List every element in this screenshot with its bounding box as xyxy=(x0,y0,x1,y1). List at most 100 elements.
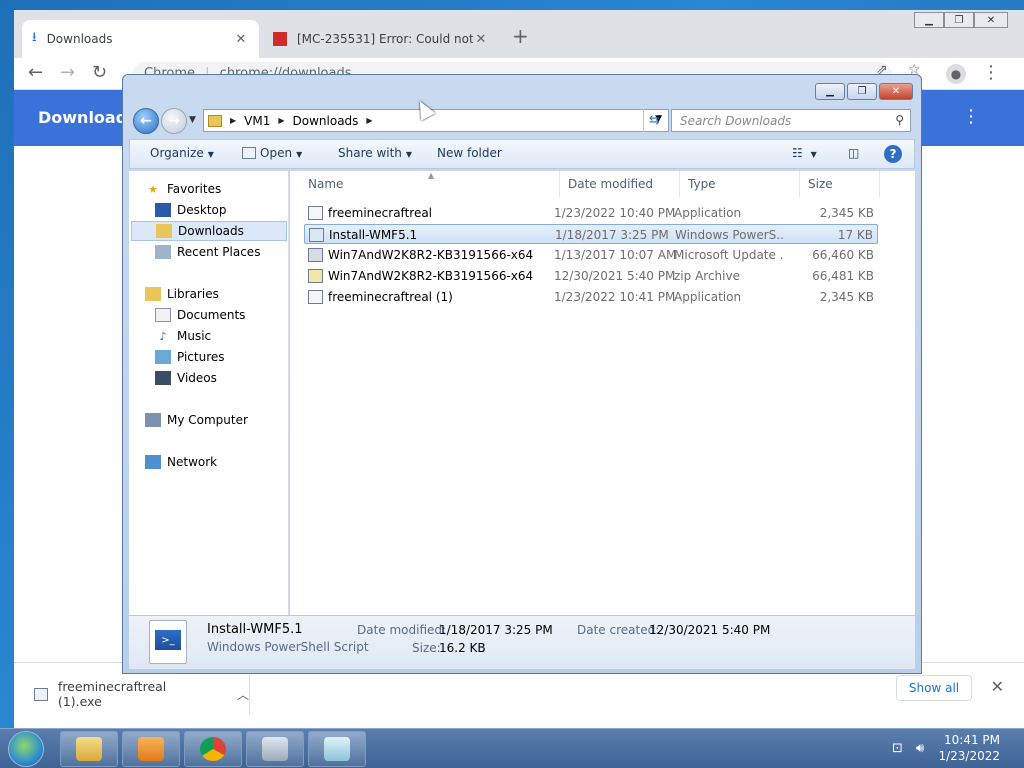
back-arrow-icon[interactable]: ← xyxy=(28,62,43,83)
nav-recent-places[interactable]: Recent Places xyxy=(155,242,289,262)
forward-arrow-icon[interactable]: → xyxy=(60,62,75,83)
tab-title: [MC-235531] Error: Could not fin xyxy=(297,32,473,46)
file-list-pane: Name ▲ Date modified Type Size freeminec… xyxy=(290,171,915,615)
close-tab-icon[interactable]: ✕ xyxy=(233,32,249,47)
command-bar: Organize ▼ Open ▼ Share with ▼ New folder ☷… xyxy=(129,139,915,169)
downloads-folder-icon xyxy=(156,224,172,238)
taskbar-explorer-button[interactable] xyxy=(60,731,118,767)
close-shelf-icon[interactable]: ✕ xyxy=(991,677,1004,696)
chrome-close-button[interactable]: ✕ xyxy=(974,12,1008,28)
explorer-close-button[interactable]: ✕ xyxy=(879,83,913,100)
nav-desktop[interactable]: Desktop xyxy=(155,200,289,220)
system-tray: ⊡ 🔊︎ 10:41 PM 1/23/2022 xyxy=(864,729,1024,768)
details-modified-label: Date modified: xyxy=(357,623,447,637)
open-button[interactable]: Open ▼ xyxy=(242,146,302,160)
installer-icon xyxy=(262,737,288,761)
organize-button[interactable]: Organize ▼ xyxy=(150,146,214,160)
taskbar-chrome-button[interactable] xyxy=(184,731,242,767)
forward-arrow-icon[interactable]: → xyxy=(161,108,187,134)
search-input[interactable]: Search Downloads ⚲ xyxy=(671,109,911,132)
folder-icon xyxy=(76,737,102,761)
shelf-download-item[interactable]: freeminecraftreal (1).exe ︿ xyxy=(20,673,250,715)
address-bar[interactable]: ▶ VM1 ▶ Downloads ▶ ▼ xyxy=(203,109,669,132)
application-file-icon xyxy=(308,206,323,220)
tab-downloads[interactable]: ⭳ Downloads ✕ xyxy=(22,20,259,58)
chrome-menu-icon[interactable]: ⋮ xyxy=(982,62,1000,83)
chrome-minimize-button[interactable]: ▁ xyxy=(914,12,944,28)
network-icon xyxy=(145,455,161,469)
recent-places-icon xyxy=(155,245,171,259)
details-size-value: 16.2 KB xyxy=(439,641,486,655)
reload-icon[interactable]: ↻ xyxy=(92,62,107,83)
nav-favorites[interactable]: ★ Favorites xyxy=(145,179,305,199)
file-row[interactable]: freeminecraftreal 1/23/2022 10:40 PM App… xyxy=(304,203,878,223)
exe-file-icon xyxy=(34,687,48,701)
start-button[interactable] xyxy=(8,731,44,767)
file-row-selected[interactable]: Install-WMF5.1 1/18/2017 3:25 PM Windows… xyxy=(304,224,878,244)
clock-date[interactable]: 1/23/2022 xyxy=(938,749,1000,763)
clock-time[interactable]: 10:41 PM xyxy=(944,733,1000,747)
chevron-up-icon[interactable]: ︿ xyxy=(237,686,249,703)
column-header-type[interactable]: Type xyxy=(680,171,800,197)
update-package-icon xyxy=(308,248,323,262)
application-file-icon xyxy=(308,290,323,304)
notepad-icon xyxy=(324,737,350,761)
help-icon[interactable]: ? xyxy=(884,145,902,163)
taskbar-setup-button[interactable] xyxy=(246,731,304,767)
network-tray-icon[interactable]: ⊡ xyxy=(892,741,903,756)
back-arrow-icon[interactable]: ← xyxy=(133,108,159,134)
share-with-button[interactable]: Share with ▼ xyxy=(338,146,412,160)
details-size-label: Size: xyxy=(412,641,441,655)
view-options-icon[interactable]: ☷ ▼ xyxy=(792,146,817,160)
details-created-label: Date created: xyxy=(577,623,660,637)
download-icon: ⭳ xyxy=(32,30,37,45)
details-file-kind: Windows PowerShell Script xyxy=(207,640,369,654)
column-header-size[interactable]: Size xyxy=(800,171,880,197)
nav-pictures[interactable]: Pictures xyxy=(155,347,289,367)
search-placeholder: Search Downloads xyxy=(680,113,792,128)
file-row[interactable]: Win7AndW2K8R2-KB3191566-x64 1/13/2017 10… xyxy=(304,245,878,265)
new-tab-button[interactable]: + xyxy=(512,24,529,48)
nav-documents[interactable]: Documents xyxy=(155,305,289,325)
music-icon: ♪ xyxy=(159,329,167,343)
nav-libraries[interactable]: Libraries xyxy=(145,284,305,304)
close-tab-icon[interactable]: ✕ xyxy=(473,32,489,47)
taskbar-media-player-button[interactable] xyxy=(122,731,180,767)
nav-music[interactable]: ♪ Music xyxy=(155,326,289,346)
computer-icon xyxy=(145,413,161,427)
details-pane: >_ Install-WMF5.1 Windows PowerShell Scr… xyxy=(129,615,915,669)
jira-favicon-icon xyxy=(273,32,287,46)
new-folder-button[interactable]: New folder xyxy=(437,146,502,160)
profile-avatar-icon[interactable]: ● xyxy=(946,64,966,84)
folder-icon xyxy=(208,114,222,127)
sort-ascending-icon: ▲ xyxy=(428,171,435,180)
nav-my-computer[interactable]: My Computer xyxy=(145,410,305,430)
open-file-icon xyxy=(242,147,256,159)
taskbar-notepad-button[interactable] xyxy=(308,731,366,767)
volume-icon[interactable]: 🔊︎ xyxy=(916,741,924,756)
breadcrumb-vm1[interactable]: VM1 xyxy=(244,114,270,128)
powershell-script-icon xyxy=(309,228,324,242)
tab-mc-bug[interactable]: [MC-235531] Error: Could not fin ✕ xyxy=(263,20,499,58)
nav-network[interactable]: Network xyxy=(145,452,305,472)
powershell-script-icon: >_ xyxy=(149,620,187,664)
nav-videos[interactable]: Videos xyxy=(155,368,289,388)
search-icon: ⚲ xyxy=(895,113,904,127)
column-header-date[interactable]: Date modified xyxy=(560,171,680,197)
show-all-button[interactable]: Show all xyxy=(896,675,972,701)
chrome-icon xyxy=(200,737,226,761)
history-dropdown-icon[interactable]: ▼ xyxy=(189,115,196,125)
file-row[interactable]: freeminecraftreal (1) 1/23/2022 10:41 PM… xyxy=(304,287,878,307)
refresh-icon[interactable]: ⇆ xyxy=(643,109,665,132)
file-row[interactable]: Win7AndW2K8R2-KB3191566-x64 12/30/2021 5… xyxy=(304,266,878,286)
star-icon: ★ xyxy=(148,182,158,196)
preview-pane-icon[interactable]: ◫ xyxy=(848,146,859,160)
explorer-minimize-button[interactable]: ▁ xyxy=(815,83,845,100)
more-options-icon[interactable]: ⋮ xyxy=(962,106,980,127)
chrome-maximize-button[interactable]: ❐ xyxy=(944,12,974,28)
breadcrumb-downloads[interactable]: Downloads xyxy=(293,114,359,128)
explorer-titlebar[interactable]: ▁ ❐ ✕ xyxy=(123,75,921,105)
details-modified-value: 1/18/2017 3:25 PM xyxy=(439,623,553,637)
nav-downloads[interactable]: Downloads xyxy=(131,221,287,241)
explorer-maximize-button[interactable]: ❐ xyxy=(847,83,877,100)
